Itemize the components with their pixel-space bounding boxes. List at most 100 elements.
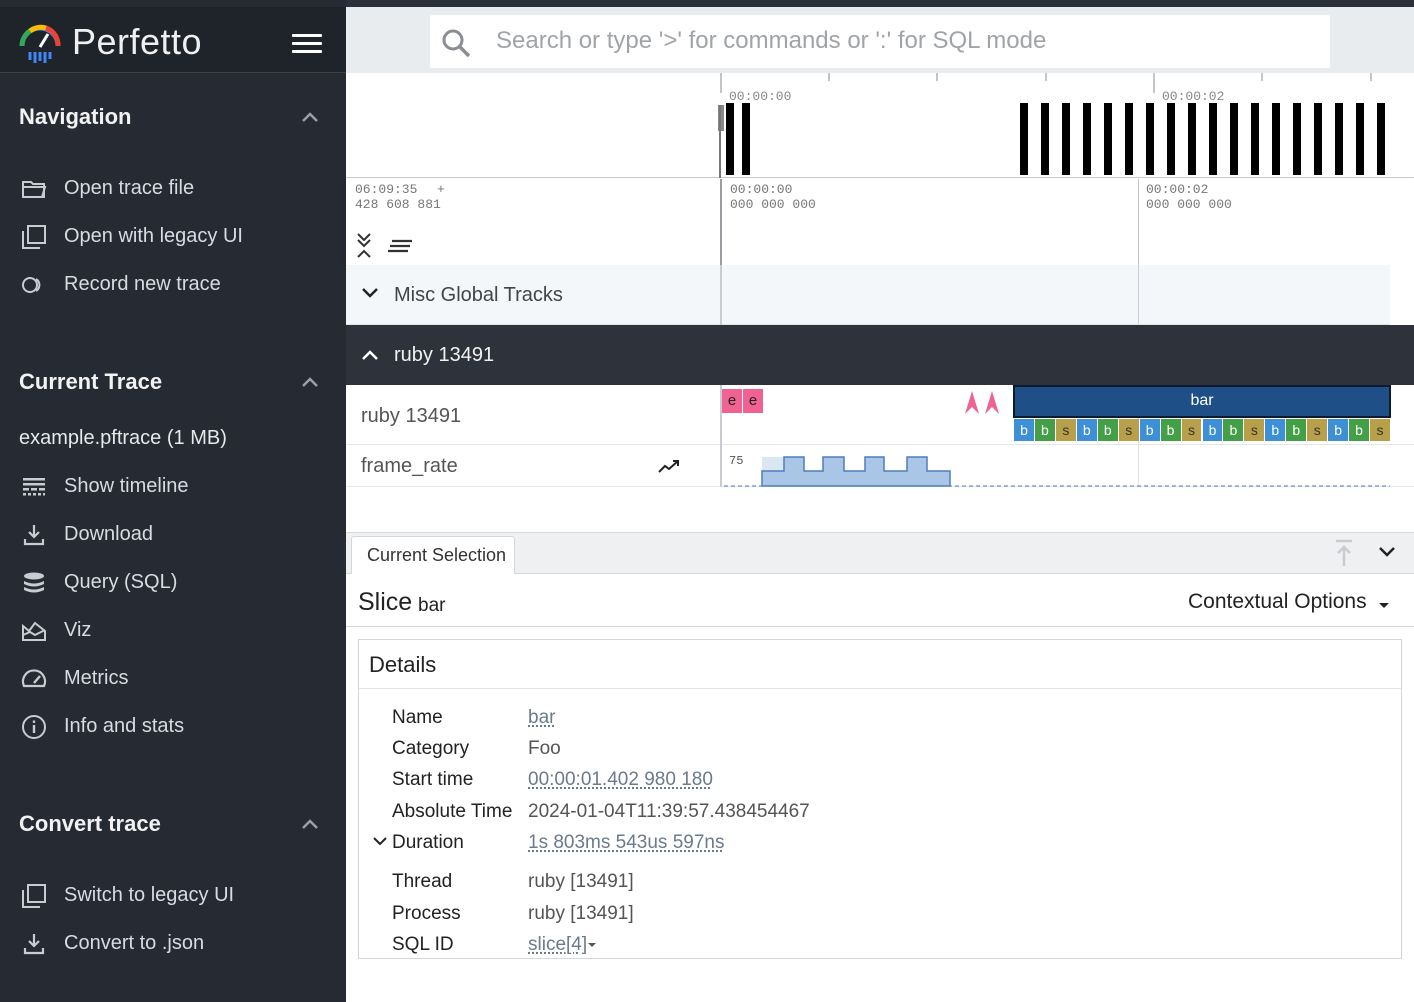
child-slice-b[interactable]: b: [1034, 419, 1055, 441]
child-slice-s[interactable]: s: [1055, 419, 1076, 441]
overview-tick-label: 00:00:00: [729, 89, 791, 104]
sidebar-item-label: Convert to .json: [64, 932, 205, 954]
overview-tick-label: 00:00:02: [1162, 89, 1224, 104]
chevron-down-icon[interactable]: [373, 836, 387, 846]
search-box[interactable]: [430, 15, 1330, 68]
detail-value-sql-id[interactable]: slice[4]: [528, 934, 587, 956]
detail-key: Name: [392, 707, 443, 728]
detail-value-duration[interactable]: 1s 803ms 543us 597ns: [528, 832, 724, 854]
detail-value-start-time[interactable]: 00:00:01.402 980 180: [528, 769, 713, 791]
child-slice-b[interactable]: b: [1139, 419, 1160, 441]
section-title-navigation[interactable]: Navigation: [19, 104, 131, 130]
timeline[interactable]: 00:00:00 00:00:02 06:09:35 + 428 608 881…: [346, 73, 1414, 493]
child-slice-b[interactable]: b: [1265, 419, 1286, 441]
trending-line-icon[interactable]: [658, 459, 680, 473]
child-slices[interactable]: bbsbbsbbsbbsbbsbbs: [1014, 419, 1391, 441]
detail-value-name[interactable]: bar: [528, 707, 555, 729]
child-slice-s[interactable]: s: [1307, 419, 1328, 441]
chevron-up-icon[interactable]: [361, 349, 379, 361]
tab-current-selection[interactable]: Current Selection: [351, 536, 515, 574]
app-title: Perfetto: [72, 21, 203, 62]
trace-file-name: example.pftrace (1 MB): [19, 427, 227, 449]
database-icon: [24, 572, 44, 593]
sort-lines-icon[interactable]: [386, 239, 414, 255]
sidebar-item-download[interactable]: Download: [0, 513, 346, 557]
child-slice-b[interactable]: b: [1328, 419, 1349, 441]
child-slice-b[interactable]: b: [1160, 419, 1181, 441]
child-slice-b[interactable]: b: [1202, 419, 1223, 441]
overview-density-bar: [1167, 103, 1175, 175]
selection-name: bar: [418, 595, 446, 616]
child-slice-s[interactable]: s: [1244, 419, 1265, 441]
filter-none-icon: [22, 225, 46, 249]
track-group-ruby-process[interactable]: ruby 13491: [346, 325, 1414, 385]
instant-event-markers[interactable]: [964, 389, 1004, 415]
chevron-up-icon[interactable]: [300, 817, 320, 831]
child-slice-s[interactable]: s: [1370, 419, 1390, 441]
child-slice-b[interactable]: b: [1349, 419, 1370, 441]
axis-tick-ns: 000 000 000: [730, 197, 816, 212]
track-name: frame_rate: [361, 455, 458, 477]
child-slice-b[interactable]: b: [1076, 419, 1097, 441]
counter-chart[interactable]: [722, 445, 1392, 487]
slice-e[interactable]: e: [722, 389, 742, 413]
details-section: Details Name bar Category Foo Start time…: [358, 639, 1402, 959]
overview-density-bar: [1146, 103, 1154, 175]
chevron-up-icon[interactable]: [300, 375, 320, 389]
slice-bar-selected[interactable]: bar: [1013, 385, 1391, 418]
main-area: 00:00:00 00:00:02 06:09:35 + 428 608 881…: [346, 7, 1414, 1002]
overview-density-bar: [1041, 103, 1049, 175]
sidebar-item-convert-json[interactable]: Convert to .json: [0, 922, 346, 966]
sidebar-item-label: Download: [64, 523, 153, 545]
slice-e[interactable]: e: [743, 389, 763, 413]
sidebar-item-show-timeline[interactable]: Show timeline: [0, 465, 346, 509]
search-icon: [442, 29, 471, 58]
overview-density-bar: [1083, 103, 1091, 175]
contextual-options-button[interactable]: Contextual Options: [1188, 590, 1367, 614]
sidebar-item-metrics[interactable]: Metrics: [0, 657, 346, 701]
chevron-down-icon[interactable]: [1378, 546, 1396, 558]
axis-tick-time: 00:00:00: [730, 182, 793, 197]
sidebar-item-open-legacy-ui[interactable]: Open with legacy UI: [0, 215, 346, 259]
overview-density-bar: [1314, 103, 1322, 175]
child-slice-s[interactable]: s: [1118, 419, 1139, 441]
child-slice-b[interactable]: b: [1286, 419, 1307, 441]
detail-key: Process: [392, 903, 461, 924]
track-group-title: ruby 13491: [394, 344, 495, 366]
pin-to-top-icon[interactable]: [1334, 539, 1354, 567]
child-slice-b[interactable]: b: [1097, 419, 1118, 441]
sidebar-item-record-new-trace[interactable]: Record new trace: [0, 263, 346, 307]
sidebar-item-viz[interactable]: Viz: [0, 609, 346, 653]
overview-density-bar: [1293, 103, 1301, 175]
search-input[interactable]: [496, 24, 1316, 58]
track-thread-ruby[interactable]: ruby 13491 e e bar bbsbbsbbsbbsbbsbbs: [346, 385, 1414, 445]
detail-key[interactable]: Duration: [392, 832, 464, 854]
chevron-up-icon[interactable]: [300, 110, 320, 124]
sidebar-item-label: Open with legacy UI: [64, 225, 243, 247]
sidebar-item-switch-legacy-ui[interactable]: Switch to legacy UI: [0, 874, 346, 918]
speed-gauge-icon: [21, 669, 47, 688]
child-slice-b[interactable]: b: [1223, 419, 1244, 441]
section-title-current-trace[interactable]: Current Trace: [19, 369, 162, 395]
collapse-all-icon[interactable]: [356, 233, 372, 259]
track-group-misc-global[interactable]: Misc Global Tracks: [346, 265, 1414, 325]
sidebar-item-open-trace-file[interactable]: Open trace file: [0, 167, 346, 211]
caret-down-icon[interactable]: [1378, 602, 1390, 610]
download-icon: [23, 934, 45, 955]
overview-density-bar: [1377, 103, 1385, 175]
track-counter-frame-rate[interactable]: frame_rate 75: [346, 445, 1414, 487]
child-slice-s[interactable]: s: [1181, 419, 1202, 441]
overview-density-bar: [1230, 103, 1238, 175]
overview-timeline[interactable]: 00:00:00 00:00:02: [346, 73, 1414, 178]
sidebar-item-query-sql[interactable]: Query (SQL): [0, 561, 346, 605]
chevron-down-icon[interactable]: [361, 287, 379, 299]
child-slice-b[interactable]: b: [1014, 419, 1034, 441]
download-icon: [23, 525, 45, 546]
section-title-convert-trace[interactable]: Convert trace: [19, 811, 161, 837]
details-panel-tabs: Current Selection: [346, 532, 1414, 574]
hamburger-icon[interactable]: [292, 34, 322, 56]
caret-down-icon[interactable]: [587, 942, 597, 948]
overview-density-bar: [1209, 103, 1217, 175]
overview-canvas[interactable]: 00:00:00 00:00:02: [346, 73, 1414, 178]
sidebar-item-info-and-stats[interactable]: Info and stats: [0, 705, 346, 749]
